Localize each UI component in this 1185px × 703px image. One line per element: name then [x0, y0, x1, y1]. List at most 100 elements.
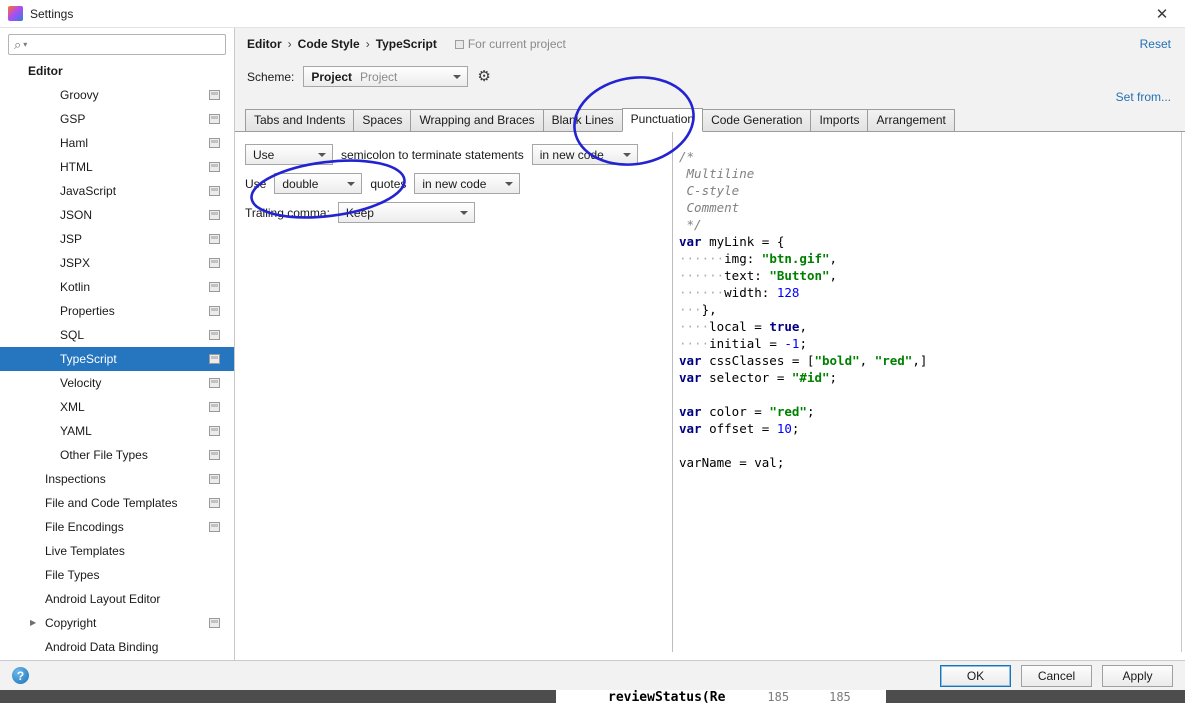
cancel-button[interactable]: Cancel [1021, 664, 1092, 687]
sidebar-item-haml[interactable]: Haml [0, 131, 234, 155]
shared-settings-icon [209, 282, 220, 292]
shared-settings-icon [209, 354, 220, 364]
tab-code-generation[interactable]: Code Generation [702, 109, 812, 132]
sidebar-item-label: Haml [60, 136, 89, 150]
titlebar: Settings ✕ [0, 0, 1185, 28]
sidebar-item-label: HTML [60, 160, 93, 174]
punctuation-options: Use semicolon to terminate statements in… [245, 144, 638, 231]
trailing-comma-select[interactable]: Keep [337, 202, 475, 223]
chevron-down-icon [318, 152, 326, 157]
use-label: Use [245, 176, 267, 191]
quote-style-select[interactable]: double [274, 173, 363, 194]
sidebar-item-velocity[interactable]: Velocity [0, 371, 234, 395]
sidebar-item-android-layout-editor[interactable]: Android Layout Editor [0, 587, 234, 611]
sidebar-item-typescript[interactable]: TypeScript [0, 347, 234, 371]
reset-link[interactable]: Reset [1140, 37, 1171, 51]
tab-spaces[interactable]: Spaces [353, 109, 412, 132]
shared-settings-icon [209, 114, 220, 124]
dialog-footer: ? OK Cancel Apply [0, 660, 1185, 690]
code-line: var offset = 10; [679, 421, 800, 436]
chevron-down-icon [505, 181, 514, 186]
shared-settings-icon [209, 522, 220, 532]
sidebar-item-json[interactable]: JSON [0, 203, 234, 227]
breadcrumb-code-style[interactable]: Code Style [298, 37, 360, 51]
sidebar-item-file-types[interactable]: File Types [0, 563, 234, 587]
sidebar-item-label: Kotlin [60, 280, 91, 294]
code-preview: /* Multiline C-style Comment */ var myLin… [672, 132, 1182, 652]
sidebar-item-groovy[interactable]: Groovy [0, 83, 234, 107]
code-line: ····local = true, [679, 319, 807, 334]
help-icon[interactable]: ? [12, 667, 29, 684]
sidebar-item-properties[interactable]: Properties [0, 299, 234, 323]
settings-search-input[interactable] [29, 36, 220, 53]
sidebar-item-yaml[interactable]: YAML [0, 419, 234, 443]
code-line: var cssClasses = ["bold", "red",] [679, 353, 928, 368]
semicolon-scope-select[interactable]: in new code [531, 144, 638, 165]
sidebar-item-label: Android Data Binding [45, 640, 159, 654]
sidebar-item-label: Copyright [45, 616, 97, 630]
set-from-link[interactable]: Set from... [1116, 90, 1171, 104]
close-icon[interactable]: ✕ [1147, 5, 1177, 23]
gear-icon[interactable]: ⚙ [477, 69, 490, 84]
sidebar-item-gsp[interactable]: GSP [0, 107, 234, 131]
sidebar-item-xml[interactable]: XML [0, 395, 234, 419]
sidebar-item-copyright[interactable]: ▶ Copyright [0, 611, 234, 635]
tab-wrapping-and-braces[interactable]: Wrapping and Braces [410, 109, 544, 132]
use-semicolon-select[interactable]: Use [245, 144, 333, 165]
apply-button[interactable]: Apply [1102, 664, 1173, 687]
tab-punctuation[interactable]: Punctuation [621, 108, 704, 132]
sidebar-item-kotlin[interactable]: Kotlin [0, 275, 234, 299]
sidebar-item-editor[interactable]: Editor [0, 59, 234, 83]
sidebar-item-sql[interactable]: SQL [0, 323, 234, 347]
semicolon-row: Use semicolon to terminate statements in… [245, 144, 638, 165]
sidebar-item-label: Properties [60, 304, 115, 318]
sidebar-item-label: Live Templates [45, 544, 125, 558]
sidebar-item-file-and-code-templates[interactable]: File and Code Templates [0, 491, 234, 515]
code-line: ···}, [679, 302, 717, 317]
sidebar-item-label: JSPX [60, 256, 91, 270]
sidebar-item-other-file-types[interactable]: Other File Types [0, 443, 234, 467]
search-box: ⌕ ▾ [8, 34, 226, 55]
window-title: Settings [30, 6, 74, 21]
trailing-comma-label: Trailing comma: [245, 205, 330, 220]
sidebar-item-inspections[interactable]: Inspections [0, 467, 234, 491]
code-line: ······img: "btn.gif", [679, 251, 838, 266]
code-line: Comment [679, 200, 740, 215]
tab-imports[interactable]: Imports [810, 109, 869, 132]
scheme-hint: Project [360, 69, 398, 84]
tab-tabs-and-indents[interactable]: Tabs and Indents [245, 109, 355, 132]
breadcrumb-typescript[interactable]: TypeScript [376, 37, 437, 51]
sidebar-item-html[interactable]: HTML [0, 155, 234, 179]
ok-button[interactable]: OK [940, 664, 1011, 687]
sidebar-item-javascript[interactable]: JavaScript [0, 179, 234, 203]
chevron-down-icon [453, 74, 462, 79]
sidebar-item-live-templates[interactable]: Live Templates [0, 539, 234, 563]
quotes-scope-select[interactable]: in new code [414, 173, 521, 194]
chevron-down-icon [347, 181, 356, 186]
scheme-select[interactable]: Project Project [303, 66, 469, 87]
sidebar-item-label: YAML [60, 424, 92, 438]
breadcrumb: Editor › Code Style › TypeScript For current … [247, 37, 1173, 55]
breadcrumb-editor[interactable]: Editor [247, 37, 282, 51]
sidebar-item-jsp[interactable]: JSP [0, 227, 234, 251]
sidebar-item-label: Android Layout Editor [45, 592, 161, 606]
sidebar-item-android-data-binding[interactable]: Android Data Binding [0, 635, 234, 659]
chevron-right-icon[interactable]: ▶ [30, 611, 36, 635]
tab-blank-lines[interactable]: Blank Lines [542, 109, 623, 132]
main-header: Editor › Code Style › TypeScript For current … [235, 28, 1185, 132]
shared-settings-icon [209, 210, 220, 220]
sidebar-item-jspx[interactable]: JSPX [0, 251, 234, 275]
settings-tree: Editor Groovy GSP Haml HTML JavaScript JSON JSP… [0, 59, 234, 659]
tab-arrangement[interactable]: Arrangement [867, 109, 955, 132]
background-editor-fragment: reviewStatus(Re 185 185 [556, 690, 886, 703]
shared-settings-icon [209, 330, 220, 340]
shared-settings-icon [209, 378, 220, 388]
code-line: var color = "red"; [679, 404, 815, 419]
sidebar-item-label: Editor [28, 64, 63, 78]
code-line: /* [679, 149, 695, 164]
settings-sidebar: ⌕ ▾ Editor Groovy GSP Haml HTML JavaScript JSO… [0, 28, 235, 660]
sidebar-item-file-encodings[interactable]: File Encodings [0, 515, 234, 539]
scheme-label: Scheme: [247, 69, 295, 84]
sidebar-item-label: TypeScript [60, 352, 117, 366]
